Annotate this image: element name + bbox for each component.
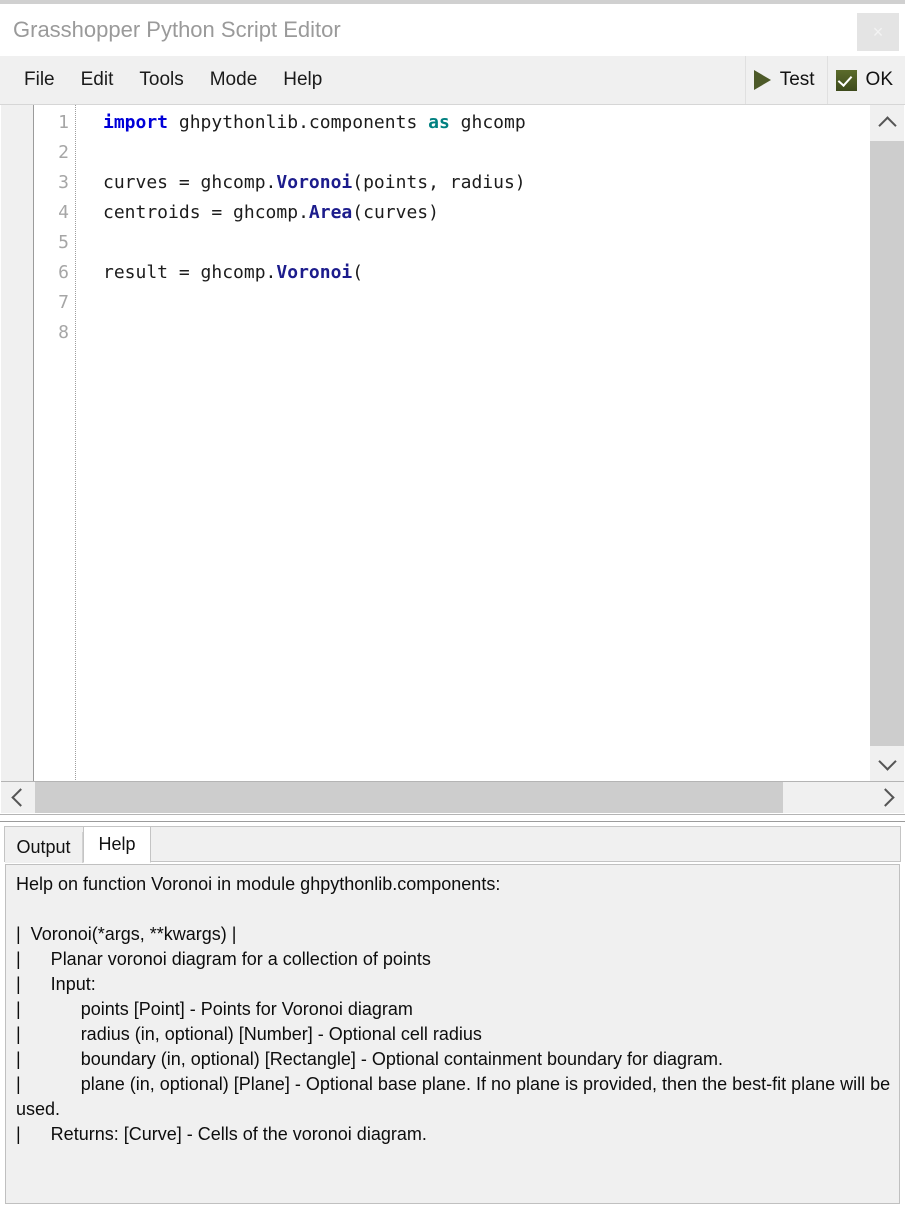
menu-item-help[interactable]: Help — [270, 56, 335, 104]
toolbar-actions: Test OK — [744, 56, 905, 104]
chevron-left-icon — [10, 788, 30, 807]
checkbox-checked-icon — [835, 69, 857, 91]
line-number: 4 — [58, 202, 69, 223]
chevron-right-icon — [875, 788, 895, 807]
code-surface[interactable]: 1 2 3 4 5 6 7 8 import ghpythonlib.components a… — [35, 105, 869, 782]
title-bar: Grasshopper Python Script Editor × — [0, 4, 905, 56]
ok-button-label: OK — [865, 69, 893, 90]
menu-item-tools[interactable]: Tools — [126, 56, 196, 104]
test-button-label: Test — [779, 69, 815, 90]
window-title: Grasshopper Python Script Editor — [13, 17, 341, 42]
line-number: 5 — [58, 232, 69, 253]
horizontal-scrollbar[interactable] — [1, 781, 904, 813]
bottom-panel: Output Help Help on function Voronoi in … — [0, 821, 905, 1226]
menu-item-file[interactable]: File — [11, 56, 68, 104]
test-button[interactable]: Test — [744, 56, 827, 104]
code-text[interactable]: import ghpythonlib.components as ghcomp … — [103, 105, 526, 318]
menu-bar: File Edit Tools Mode Help Test OK — [0, 56, 905, 105]
vertical-scrollbar-thumb[interactable] — [870, 141, 904, 746]
help-content-panel[interactable]: Help on function Voronoi in module ghpyt… — [5, 864, 900, 1204]
line-number: 1 — [58, 112, 69, 133]
code-editor-pane: 1 2 3 4 5 6 7 8 import ghpythonlib.components a… — [0, 105, 905, 815]
horizontal-scrollbar-thumb[interactable] — [35, 782, 783, 813]
tab-help[interactable]: Help — [83, 827, 151, 863]
menu-item-group: File Edit Tools Mode Help — [0, 56, 335, 104]
menu-item-edit[interactable]: Edit — [68, 56, 127, 104]
line-number: 3 — [58, 172, 69, 193]
indent-guide — [75, 105, 76, 782]
line-number-gutter: 1 2 3 4 5 6 7 8 — [35, 105, 69, 348]
scroll-right-button[interactable] — [870, 782, 904, 813]
tab-output[interactable]: Output — [5, 832, 83, 863]
scroll-left-button[interactable] — [1, 782, 35, 813]
line-number: 8 — [58, 322, 69, 343]
menu-item-mode[interactable]: Mode — [197, 56, 271, 104]
scroll-down-button[interactable] — [870, 746, 904, 782]
editor-bookmark-margin[interactable] — [1, 105, 34, 782]
close-icon[interactable]: × — [857, 13, 899, 51]
line-number: 7 — [58, 292, 69, 313]
chevron-down-icon — [877, 752, 897, 771]
line-number: 2 — [58, 142, 69, 163]
play-icon — [753, 70, 771, 90]
help-text: Help on function Voronoi in module ghpyt… — [16, 874, 891, 1144]
bottom-tab-strip: Output Help — [4, 826, 901, 863]
ok-button[interactable]: OK — [826, 56, 905, 104]
vertical-scrollbar[interactable] — [870, 105, 904, 782]
chevron-up-icon — [877, 116, 897, 135]
scroll-up-button[interactable] — [870, 105, 904, 141]
line-number: 6 — [58, 262, 69, 283]
